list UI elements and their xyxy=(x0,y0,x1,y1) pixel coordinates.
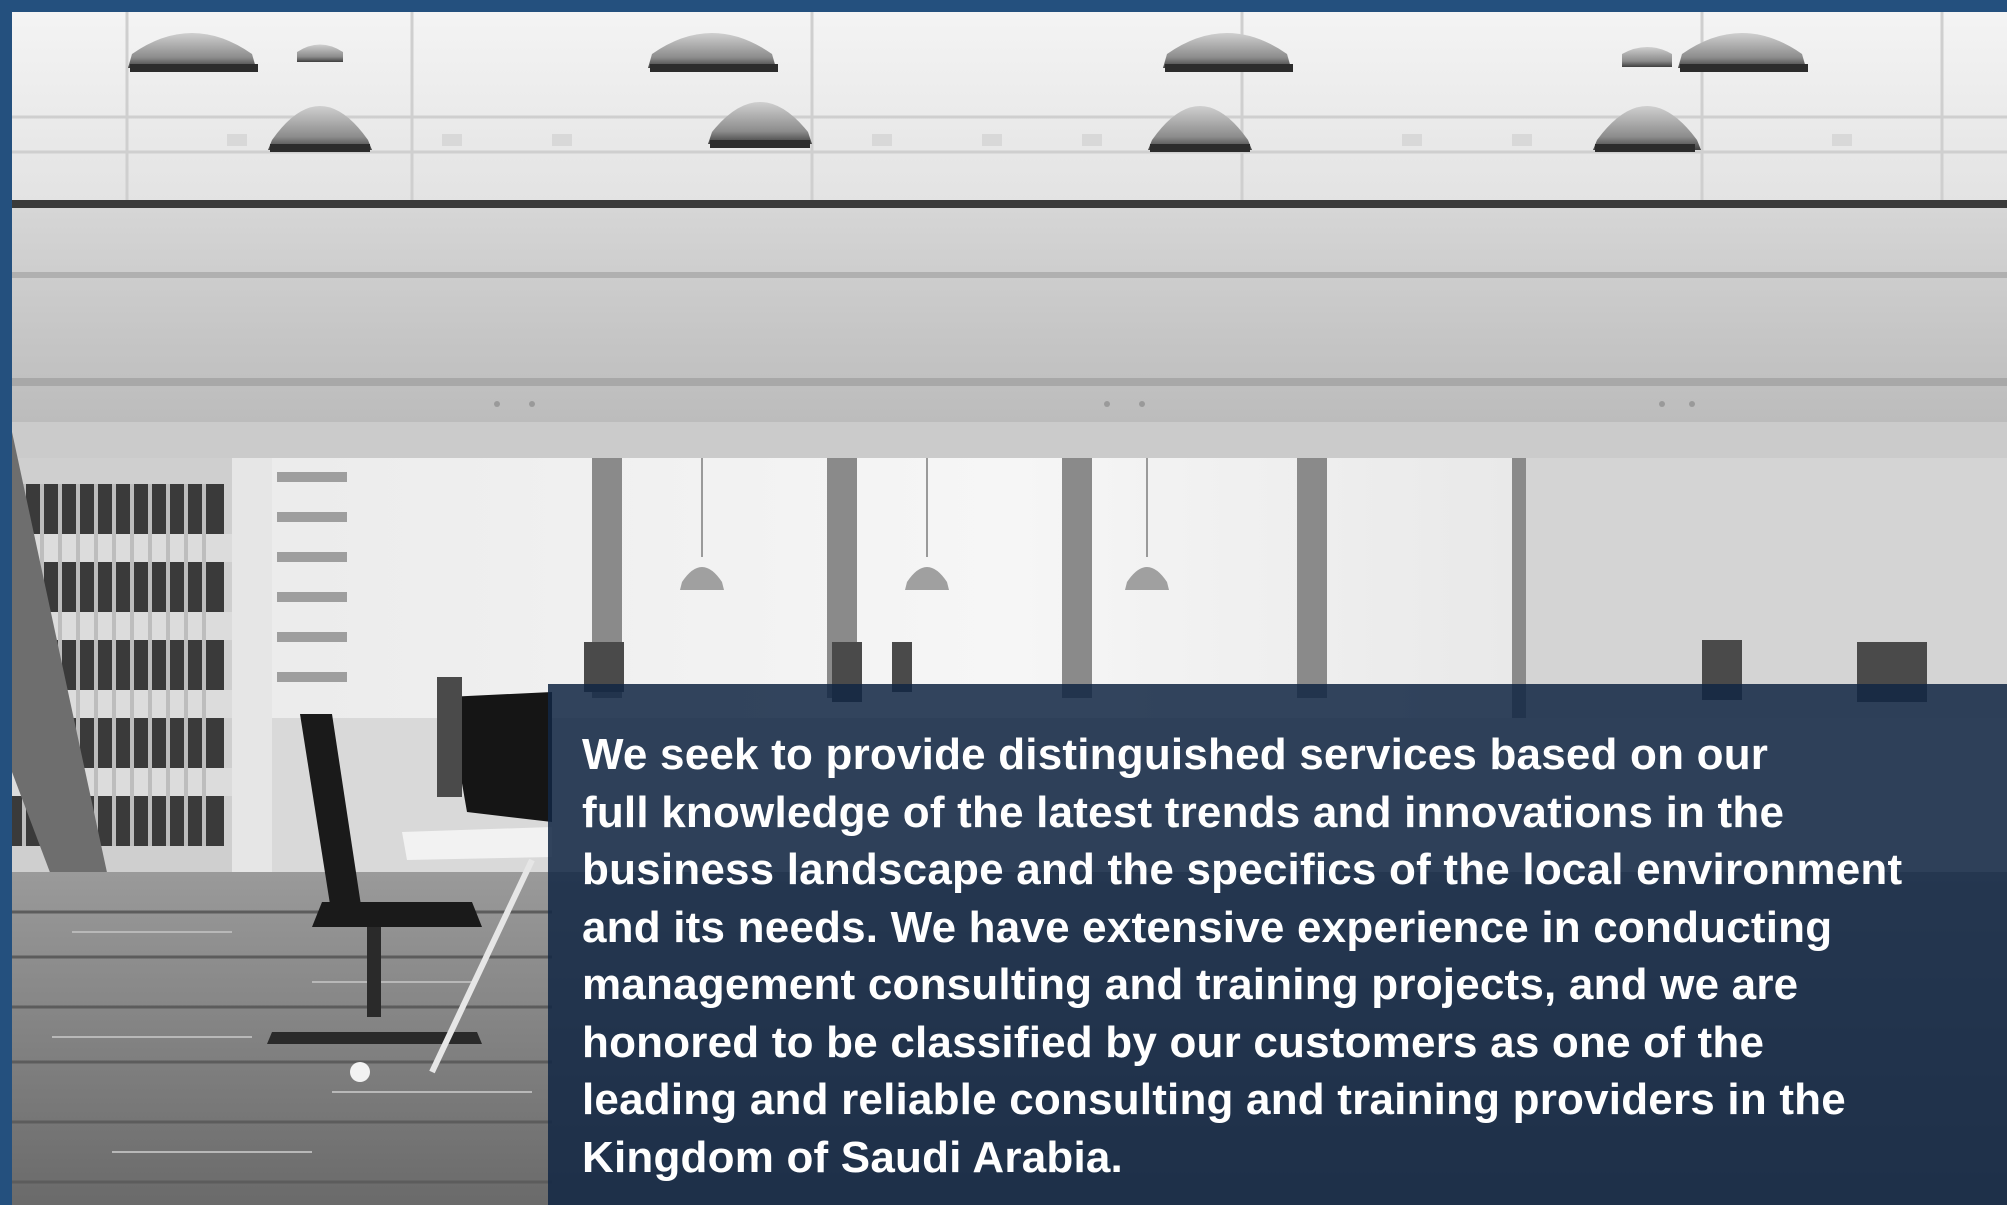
caption-line: management consulting and training proje… xyxy=(582,960,1799,1009)
caption-line: Kingdom of Saudi Arabia. xyxy=(582,1132,1123,1182)
caption-line: honored to be classified by our customer… xyxy=(582,1017,1765,1067)
page-frame: We seek to provide distinguished service… xyxy=(0,0,2007,1205)
hero-section: We seek to provide distinguished service… xyxy=(12,12,2007,1205)
caption-text: We seek to provide distinguished service… xyxy=(582,726,1962,1186)
caption-line: and its needs. We have extensive experie… xyxy=(582,902,1833,952)
caption-line: business landscape and the specifics of … xyxy=(582,845,1903,894)
caption-line: leading and reliable consulting and trai… xyxy=(582,1075,1846,1124)
caption-panel: We seek to provide distinguished service… xyxy=(548,684,2007,1205)
caption-line: full knowledge of the latest trends and … xyxy=(582,787,1785,837)
caption-line: We seek to provide distinguished service… xyxy=(582,730,1769,779)
